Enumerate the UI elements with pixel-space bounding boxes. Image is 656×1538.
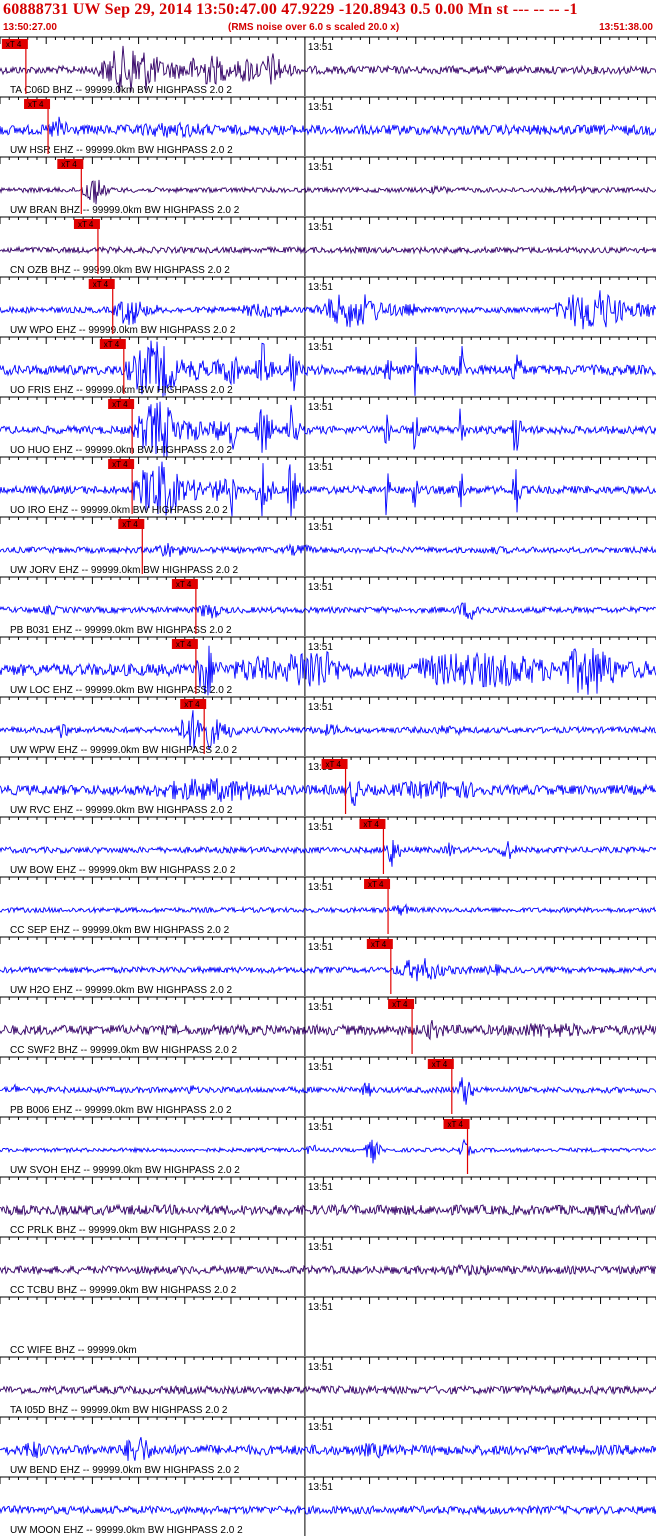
waveform-trace (0, 1138, 656, 1164)
minute-label: 13:51 (308, 462, 333, 473)
waveform-trace (0, 839, 656, 867)
station-label: UO HUO EHZ -- 99999.0km BW HIGHPASS 2.0 … (10, 445, 233, 456)
waveform-trace (0, 1263, 656, 1277)
station-label: PB B031 EHZ -- 99999.0km BW HIGHPASS 2.0… (10, 625, 232, 636)
minute-label: 13:51 (308, 342, 333, 353)
minute-label: 13:51 (308, 582, 333, 593)
pick-label: xT 4 (93, 280, 109, 289)
minute-label: 13:51 (308, 102, 333, 113)
minute-label: 13:51 (308, 942, 333, 953)
minute-label: 13:51 (308, 1302, 333, 1313)
station-label: UW LOC EHZ -- 99999.0km BW HIGHPASS 2.0 … (10, 685, 233, 696)
minute-label: 13:51 (308, 282, 333, 293)
station-label: UW WPO EHZ -- 99999.0km BW HIGHPASS 2.0 … (10, 325, 236, 336)
waveform-trace (0, 179, 656, 205)
waveform-trace (0, 958, 656, 982)
station-label: PB B006 EHZ -- 99999.0km BW HIGHPASS 2.0… (10, 1105, 232, 1116)
pick-label: xT 4 (112, 400, 128, 409)
waveform-trace (0, 1504, 656, 1516)
pick-label: xT 4 (368, 880, 384, 889)
station-label: UW MOON EHZ -- 99999.0km BW HIGHPASS 2.0… (10, 1525, 243, 1536)
pick-label: xT 4 (448, 1120, 464, 1129)
minute-label: 13:51 (308, 702, 333, 713)
station-label: UW SVOH EHZ -- 99999.0km BW HIGHPASS 2.0… (10, 1165, 240, 1176)
minute-label: 13:51 (308, 1482, 333, 1493)
station-label: CC WIFE BHZ -- 99999.0km (10, 1345, 137, 1356)
pick-label: xT 4 (104, 340, 120, 349)
minute-label: 13:51 (308, 522, 333, 533)
pick-label: xT 4 (363, 820, 379, 829)
waveform-trace (0, 1019, 656, 1041)
pick-label: xT 4 (61, 160, 77, 169)
station-label: CN OZB BHZ -- 99999.0km BW HIGHPASS 2.0 … (10, 265, 230, 276)
pick-label: xT 4 (28, 100, 44, 109)
waveform-trace (0, 710, 656, 750)
minute-label: 13:51 (308, 42, 333, 53)
minute-label: 13:51 (308, 162, 333, 173)
station-label: UW JORV EHZ -- 99999.0km BW HIGHPASS 2.0… (10, 565, 238, 576)
waveform-trace (0, 290, 656, 330)
minute-label: 13:51 (308, 1002, 333, 1013)
station-label: UW BOW EHZ -- 99999.0km BW HIGHPASS 2.0 … (10, 865, 236, 876)
waveform-trace (0, 1077, 656, 1105)
station-label: UW RVC EHZ -- 99999.0km BW HIGHPASS 2.0 … (10, 805, 233, 816)
station-label: UW H2O EHZ -- 99999.0km BW HIGHPASS 2.0 … (10, 985, 233, 996)
waveform-trace (0, 1384, 656, 1396)
minute-label: 13:51 (308, 222, 333, 233)
pick-label: xT 4 (176, 580, 192, 589)
pick-label: xT 4 (122, 520, 138, 529)
pick-label: xT 4 (112, 460, 128, 469)
pick-label: xT 4 (371, 940, 387, 949)
minute-label: 13:51 (308, 822, 333, 833)
station-label: CC SWF2 BHZ -- 99999.0km BW HIGHPASS 2.0… (10, 1045, 238, 1056)
pick-label: xT 4 (392, 1000, 408, 1009)
minute-label: 13:51 (308, 1182, 333, 1193)
station-label: TA C06D BHZ -- 99999.0km BW HIGHPASS 2.0… (10, 85, 232, 96)
minute-label: 13:51 (308, 1422, 333, 1433)
pick-label: xT 4 (184, 700, 200, 709)
waveform-trace (0, 1203, 656, 1217)
pick-label: xT 4 (176, 640, 192, 649)
waveform-trace (0, 1437, 656, 1461)
waveform-trace (0, 543, 656, 557)
station-label: UW WPW EHZ -- 99999.0km BW HIGHPASS 2.0 … (10, 745, 238, 756)
station-label: UW BRAN BHZ -- 99999.0km BW HIGHPASS 2.0… (10, 205, 240, 216)
minute-label: 13:51 (308, 1242, 333, 1253)
station-label: UO FRIS EHZ -- 99999.0km BW HIGHPASS 2.0… (10, 385, 233, 396)
minute-label: 13:51 (308, 1122, 333, 1133)
pick-label: xT 4 (78, 220, 94, 229)
station-label: UW HSR EHZ -- 99999.0km BW HIGHPASS 2.0 … (10, 145, 233, 156)
station-label: TA I05D BHZ -- 99999.0km BW HIGHPASS 2.0… (10, 1405, 228, 1416)
minute-label: 13:51 (308, 642, 333, 653)
station-label: UW BEND EHZ -- 99999.0km BW HIGHPASS 2.0… (10, 1465, 240, 1476)
station-label: CC TCBU BHZ -- 99999.0km BW HIGHPASS 2.0… (10, 1285, 237, 1296)
waveform-trace (0, 116, 656, 139)
station-label: CC SEP EHZ -- 99999.0km BW HIGHPASS 2.0 … (10, 925, 230, 936)
pick-label: xT 4 (432, 1060, 448, 1069)
pick-label: xT 4 (326, 760, 342, 769)
minute-label: 13:51 (308, 1062, 333, 1073)
minute-label: 13:51 (308, 402, 333, 413)
minute-label: 13:51 (308, 882, 333, 893)
waveform-trace (0, 602, 656, 621)
waveform-trace (0, 903, 656, 916)
minute-label: 13:51 (308, 1362, 333, 1373)
seismogram-plot: 13:51 TA C06D BHZ -- 99999.0km BW HIGHPAS… (0, 36, 656, 1536)
station-label: UO IRO EHZ -- 99999.0km BW HIGHPASS 2.0 … (10, 505, 228, 516)
station-label: CC PRLK BHZ -- 99999.0km BW HIGHPASS 2.0… (10, 1225, 236, 1236)
pick-label: xT 4 (6, 40, 22, 49)
waveform-trace (0, 778, 656, 806)
